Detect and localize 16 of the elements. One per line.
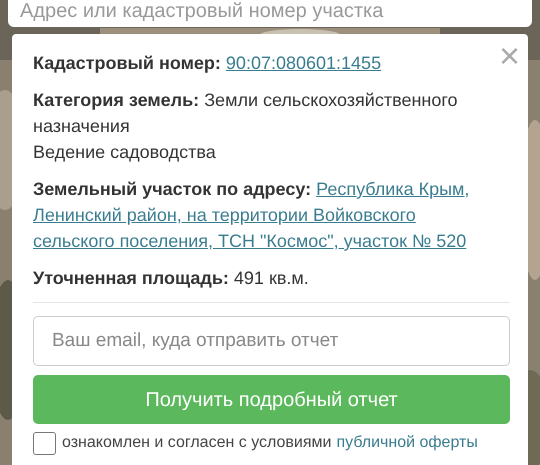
agreement-text: ознакомлен и согласен с условиями bbox=[62, 433, 332, 453]
info-link[interactable]: Республика Крым, bbox=[316, 176, 470, 202]
field-label: Кадастровый номер: bbox=[33, 52, 221, 75]
field-label: Земельный участок по адресу: bbox=[33, 178, 312, 201]
info-text: Ведение садоводства bbox=[33, 141, 217, 164]
info-text: Уточненная площадь: 491 кв.м. bbox=[33, 267, 310, 290]
search-placeholder: Адрес или кадастровый номер участка bbox=[20, 0, 384, 22]
agreement-link[interactable]: публичной оферты bbox=[336, 431, 478, 455]
search-field[interactable]: Адрес или кадастровый номер участка bbox=[8, 0, 532, 27]
checkbox[interactable] bbox=[33, 432, 56, 454]
info-link[interactable]: 90:07:080601:1455 bbox=[226, 50, 382, 76]
info-text: Категория земель: Земли сельскохозяйственного назначения bbox=[33, 89, 459, 138]
info-link[interactable]: сельского поселения, ТСН "Космос", участок № 520 bbox=[33, 228, 466, 254]
info-link[interactable]: Ленинский район, на территории Войковского bbox=[33, 202, 416, 228]
submit-button[interactable]: Получить подробный отчет bbox=[33, 375, 510, 424]
email-field[interactable]: Ваш email, куда отправить отчет bbox=[33, 316, 510, 366]
